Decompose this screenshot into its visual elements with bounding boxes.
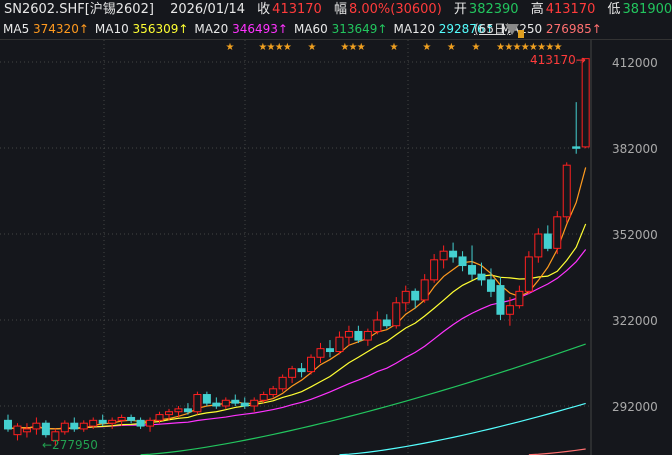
y-tick-label: 352000 — [612, 228, 658, 242]
min-price-label: ←277950 — [42, 438, 98, 452]
candle-body — [98, 419, 107, 424]
candle-body — [534, 233, 543, 258]
candle-body — [278, 376, 287, 390]
candle-body — [41, 422, 50, 436]
candle-body — [212, 402, 221, 407]
candle-body — [79, 422, 88, 430]
star-icon: ★ — [357, 42, 366, 53]
candle-body — [297, 368, 306, 373]
candle-body — [193, 394, 202, 413]
candle-body — [70, 422, 79, 430]
candle-body — [562, 164, 571, 218]
candle-body — [136, 419, 145, 427]
star-icon: ★ — [283, 42, 292, 53]
star-icon: ★ — [554, 42, 563, 53]
candle-body — [155, 414, 164, 421]
candle-body — [288, 368, 297, 378]
candle-body — [515, 290, 524, 307]
candle-body — [486, 279, 495, 292]
candle-body — [553, 216, 562, 249]
candle-body — [127, 416, 136, 421]
star-icon: ★ — [472, 42, 481, 53]
star-icon: ★ — [447, 42, 456, 53]
y-tick-label: 292000 — [612, 400, 658, 414]
candle-body — [449, 250, 458, 258]
candle-body — [240, 402, 249, 407]
star-icon: ★ — [390, 42, 399, 53]
candle-body — [439, 250, 448, 261]
candle-body — [363, 330, 372, 341]
candle-body — [164, 411, 173, 416]
y-tick-label: 322000 — [612, 314, 658, 328]
candle-body — [373, 319, 382, 332]
candle-body — [411, 290, 420, 301]
candle-body — [307, 356, 316, 373]
candlestick-chart[interactable]: 412000382000352000322000292000★ ★ ★ ★ ★ ★ ★ ★ ★ ★… — [0, 0, 672, 455]
candle-body — [382, 319, 391, 327]
max-price-label: 413170→ — [530, 53, 586, 67]
ma10-line — [7, 223, 587, 430]
candle-body — [392, 302, 401, 327]
candle-body — [477, 273, 486, 281]
candle-body — [231, 399, 240, 404]
candle-body — [22, 428, 31, 433]
candle-body — [354, 330, 363, 341]
star-icon: ★ — [308, 42, 317, 53]
candle-body — [259, 394, 268, 401]
candle-body — [60, 422, 69, 433]
candle-body — [430, 259, 439, 281]
candle-body — [89, 419, 98, 427]
ma250-line — [528, 448, 586, 455]
y-tick-label: 412000 — [612, 56, 658, 70]
star-icon: ★ — [226, 42, 235, 53]
candle-body — [221, 399, 230, 407]
candle-body — [401, 290, 410, 304]
candle-body — [316, 348, 325, 358]
candle-body — [524, 256, 533, 292]
star-icon: ★ — [422, 42, 431, 53]
candle-body — [13, 425, 22, 436]
candle-body — [458, 256, 467, 267]
candle-body — [269, 388, 278, 396]
candle-body — [202, 394, 211, 404]
candle-body — [174, 408, 183, 413]
ma120-line — [339, 402, 586, 455]
candle-body — [325, 348, 334, 353]
candle-body — [108, 419, 117, 424]
candle-body — [117, 416, 126, 421]
candle-body — [183, 408, 192, 413]
candle-body — [572, 146, 581, 149]
y-tick-label: 382000 — [612, 142, 658, 156]
candle-body — [250, 399, 259, 407]
candle-body — [505, 305, 514, 315]
candle-body — [420, 279, 429, 301]
candle-body — [4, 419, 12, 430]
candle-body — [335, 336, 344, 353]
candle-body — [581, 58, 590, 148]
candle-body — [344, 330, 353, 338]
candle-body — [468, 265, 477, 275]
candle-body — [32, 422, 41, 430]
candle-body — [496, 285, 505, 315]
candle-body — [146, 419, 155, 427]
candle-body — [543, 233, 552, 249]
